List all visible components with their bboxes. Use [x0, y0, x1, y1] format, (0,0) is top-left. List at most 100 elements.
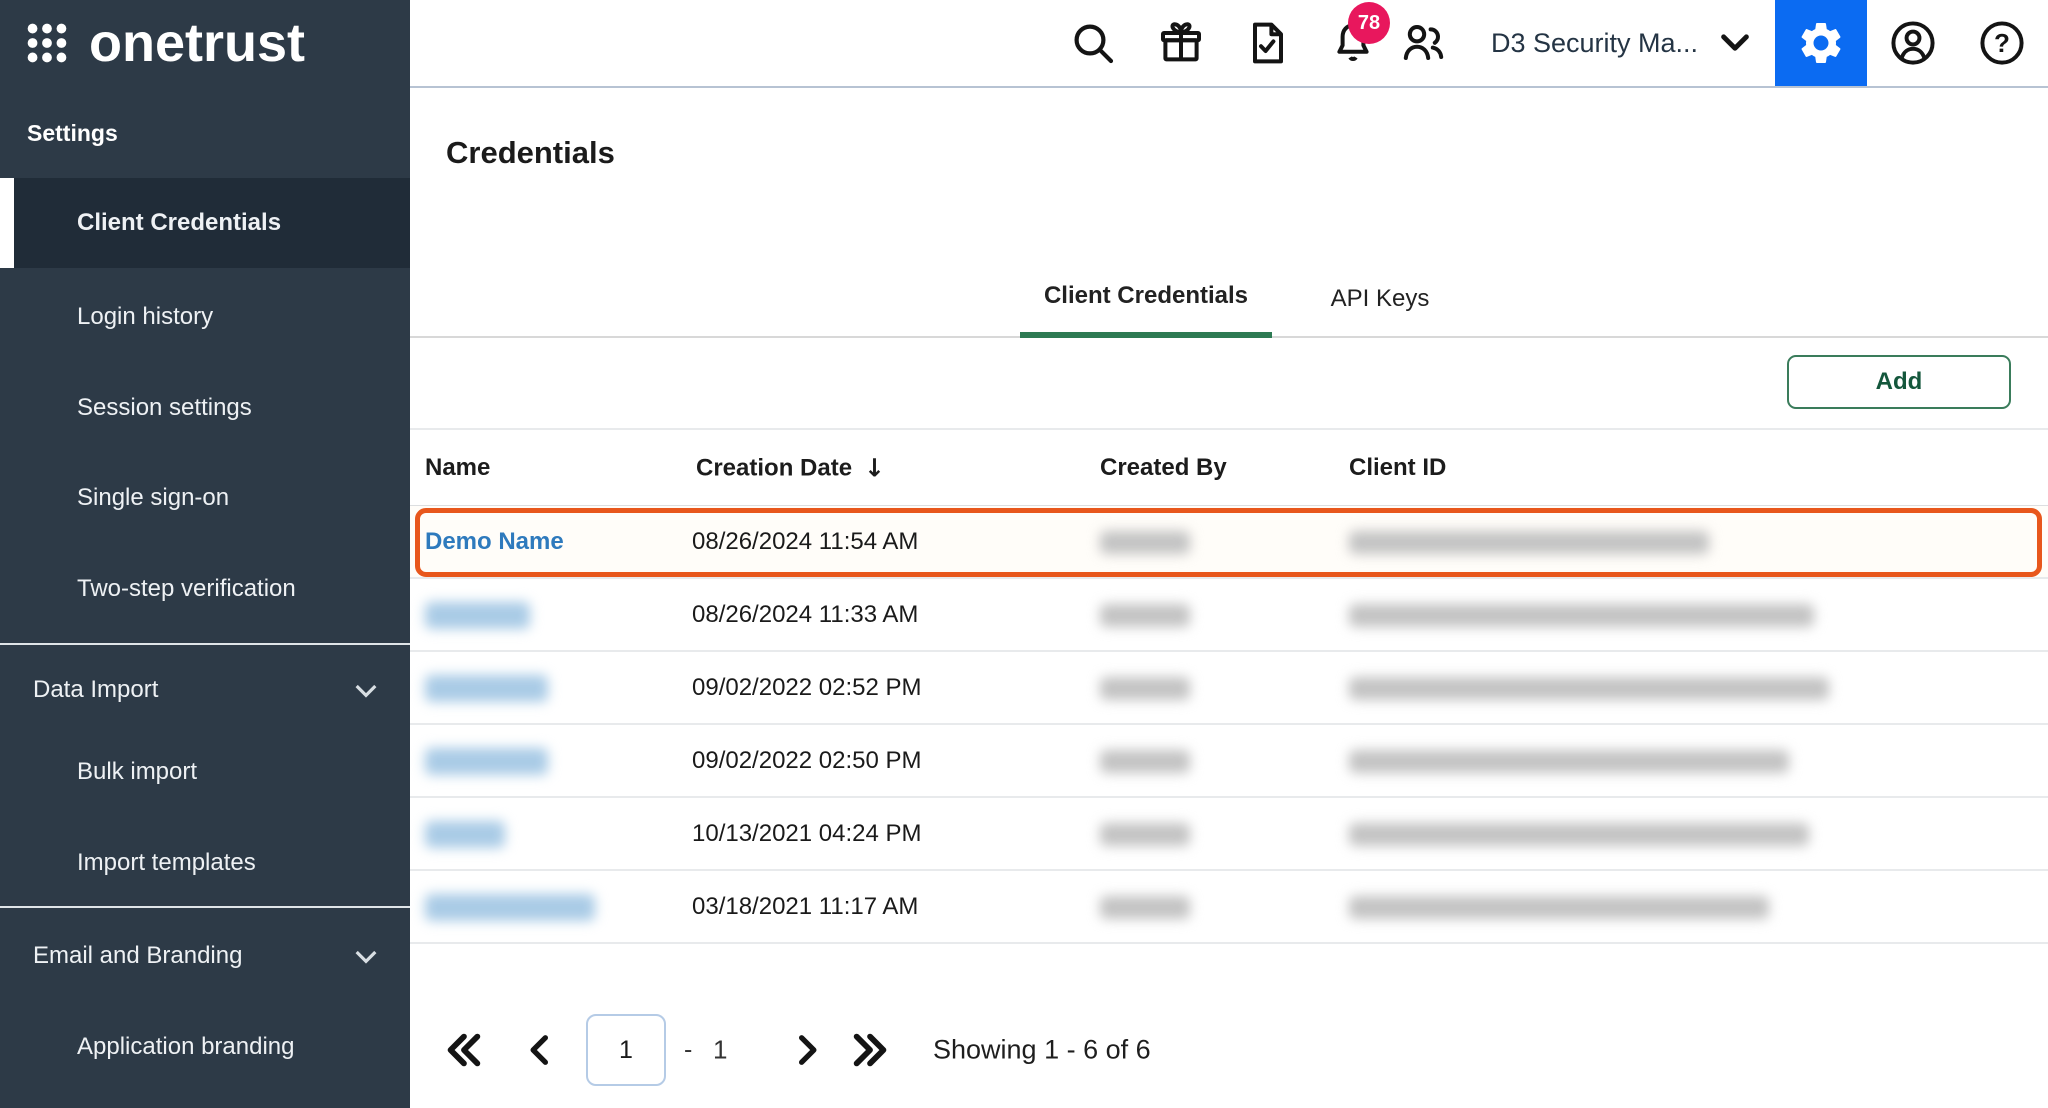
- sidebar-item-import-templates[interactable]: Import templates: [0, 818, 410, 908]
- tab-label: Client Credentials: [1044, 282, 1248, 310]
- tab-client-credentials[interactable]: Client Credentials: [1020, 260, 1272, 338]
- account-icon[interactable]: [1888, 18, 1938, 68]
- redacted-created-by: [1100, 531, 1190, 554]
- table-row[interactable]: 03/18/2021 11:17 AM: [410, 871, 2048, 944]
- chevron-down-icon: [350, 940, 382, 972]
- sidebar-group-label: Email and Branding: [0, 942, 242, 970]
- redacted-name-link[interactable]: [425, 748, 548, 775]
- logo: onetrust: [27, 16, 305, 70]
- current-page-input[interactable]: 1: [586, 1014, 666, 1086]
- table-body: Demo Name 08/26/2024 11:54 AM 08/26/2024…: [410, 506, 2048, 944]
- app-launcher-grid-icon[interactable]: [27, 23, 67, 63]
- creation-date-cell: 09/02/2022 02:50 PM: [692, 747, 922, 775]
- redacted-client-id: [1349, 677, 1829, 700]
- svg-text:?: ?: [1994, 28, 2010, 58]
- row-highlight-border: [415, 508, 2042, 577]
- sidebar-item-two-step-verification[interactable]: Two-step verification: [0, 544, 410, 634]
- last-page-button[interactable]: [848, 1027, 894, 1073]
- redacted-created-by: [1100, 896, 1190, 919]
- table-row[interactable]: 09/02/2022 02:50 PM: [410, 725, 2048, 798]
- column-header-name[interactable]: Name: [425, 454, 490, 482]
- main-content: 78 D3 Security Ma...: [410, 0, 2048, 1108]
- sidebar-group-label: Data Import: [0, 676, 158, 704]
- pagination-bar: 1 - 1 Showing 1 - 6 of 6: [410, 1005, 2048, 1095]
- creation-date-cell: 03/18/2021 11:17 AM: [692, 893, 918, 921]
- redacted-client-id: [1349, 604, 1814, 627]
- redacted-client-id: [1349, 531, 1709, 554]
- sidebar-item-label: Single sign-on: [0, 484, 229, 512]
- creation-date-cell: 10/13/2021 04:24 PM: [692, 820, 922, 848]
- sort-descending-icon[interactable]: ↓: [864, 454, 885, 483]
- help-icon[interactable]: ?: [1977, 18, 2027, 68]
- creation-date-cell: 09/02/2022 02:52 PM: [692, 674, 922, 702]
- redacted-created-by: [1100, 823, 1190, 846]
- column-label: Creation Date: [696, 454, 852, 482]
- sidebar-group-email-and-branding[interactable]: Email and Branding: [0, 911, 410, 1001]
- sidebar-item-session-settings[interactable]: Session settings: [0, 363, 410, 453]
- sidebar-item-application-branding[interactable]: Application branding: [0, 1002, 410, 1092]
- next-page-button[interactable]: [785, 1029, 827, 1071]
- users-icon[interactable]: [1399, 19, 1447, 67]
- gear-icon: [1796, 18, 1846, 68]
- org-selector-dropdown[interactable]: D3 Security Ma...: [1491, 0, 1756, 86]
- tab-api-keys[interactable]: API Keys: [1315, 260, 1445, 338]
- first-page-button[interactable]: [440, 1027, 486, 1073]
- table-header: Name Creation Date ↓ Created By Client I…: [410, 430, 2048, 506]
- redacted-name-link[interactable]: [425, 894, 595, 921]
- notification-badge[interactable]: 78: [1348, 2, 1390, 44]
- redacted-client-id: [1349, 750, 1789, 773]
- sidebar: onetrust Settings Client Credentials Log…: [0, 0, 410, 1108]
- tab-label: API Keys: [1331, 285, 1430, 313]
- table-row[interactable]: 10/13/2021 04:24 PM: [410, 798, 2048, 871]
- redacted-client-id: [1349, 823, 1809, 846]
- sidebar-item-label: Import templates: [0, 849, 256, 877]
- page-title: Credentials: [446, 135, 615, 171]
- sidebar-item-label: Two-step verification: [0, 575, 296, 603]
- pagination-summary: Showing 1 - 6 of 6: [933, 1035, 1151, 1066]
- total-pages: 1: [713, 1035, 727, 1066]
- sidebar-item-label: Application branding: [0, 1033, 295, 1061]
- chevron-right-icon: [785, 1029, 827, 1071]
- column-label: Created By: [1100, 454, 1227, 482]
- topbar: 78 D3 Security Ma...: [410, 0, 2048, 88]
- credential-name-link[interactable]: Demo Name: [425, 528, 564, 555]
- sidebar-item-client-credentials[interactable]: Client Credentials: [0, 178, 410, 268]
- page-separator: -: [684, 1036, 692, 1065]
- gift-icon[interactable]: [1157, 19, 1205, 67]
- creation-date-cell: 08/26/2024 11:33 AM: [692, 601, 918, 629]
- redacted-name-link[interactable]: [425, 675, 548, 702]
- tab-bar: Client Credentials API Keys: [410, 260, 2048, 338]
- double-chevron-left-icon: [440, 1027, 486, 1073]
- double-chevron-right-icon: [848, 1027, 894, 1073]
- org-selector-label: D3 Security Ma...: [1491, 28, 1698, 59]
- table-row[interactable]: Demo Name 08/26/2024 11:54 AM: [410, 506, 2048, 579]
- creation-date-cell: 08/26/2024 11:54 AM: [692, 528, 918, 556]
- settings-button[interactable]: [1775, 0, 1867, 86]
- column-header-creation-date[interactable]: Creation Date ↓: [696, 454, 885, 483]
- table-row[interactable]: 09/02/2022 02:52 PM: [410, 652, 2048, 725]
- search-icon[interactable]: [1069, 19, 1117, 67]
- redacted-name-link[interactable]: [425, 602, 530, 629]
- redacted-created-by: [1100, 677, 1190, 700]
- sidebar-item-single-sign-on[interactable]: Single sign-on: [0, 453, 410, 543]
- sidebar-item-label: Login history: [0, 303, 213, 331]
- sidebar-item-label: Bulk import: [0, 758, 197, 786]
- redacted-client-id: [1349, 896, 1769, 919]
- column-label: Name: [425, 454, 490, 482]
- redacted-created-by: [1100, 604, 1190, 627]
- column-header-client-id[interactable]: Client ID: [1349, 454, 1446, 482]
- sidebar-item-bulk-import[interactable]: Bulk import: [0, 727, 410, 817]
- logo-text: onetrust: [89, 16, 305, 70]
- sidebar-group-data-import[interactable]: Data Import: [0, 645, 410, 735]
- column-header-created-by[interactable]: Created By: [1100, 454, 1227, 482]
- sidebar-item-login-history[interactable]: Login history: [0, 272, 410, 362]
- sidebar-section-settings: Settings: [27, 120, 118, 147]
- sidebar-item-label: Client Credentials: [0, 209, 281, 237]
- document-check-icon[interactable]: [1243, 19, 1291, 67]
- table-row[interactable]: 08/26/2024 11:33 AM: [410, 579, 2048, 652]
- sidebar-divider: [0, 906, 410, 908]
- redacted-name-link[interactable]: [425, 821, 505, 848]
- previous-page-button[interactable]: [520, 1029, 562, 1071]
- add-button[interactable]: Add: [1787, 355, 2011, 409]
- redacted-created-by: [1100, 750, 1190, 773]
